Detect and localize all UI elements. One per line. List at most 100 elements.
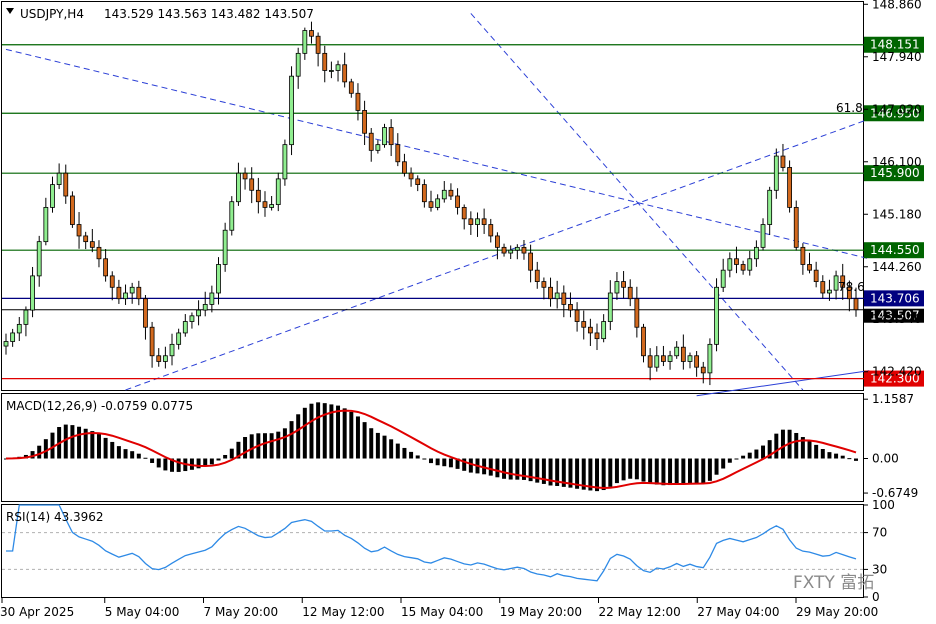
candle-body (302, 30, 308, 54)
candle (700, 361, 706, 384)
candle (156, 348, 162, 367)
candle (468, 211, 474, 235)
watermark-logo: FXTY 富拓 (793, 573, 874, 593)
candle (574, 302, 580, 332)
candle (621, 271, 626, 299)
macd-bar (130, 451, 135, 459)
macd-bar (674, 458, 679, 484)
macd-bar (468, 458, 473, 473)
candle-body (56, 172, 62, 185)
candle (568, 292, 573, 318)
candle (813, 261, 819, 288)
candle-body (176, 332, 182, 345)
macd-bar (714, 458, 719, 475)
price-tick-label: 147.020 (872, 102, 922, 116)
candle-body (820, 281, 826, 294)
trend-line (696, 370, 870, 397)
candle-body (408, 172, 414, 180)
macd-bar (163, 458, 168, 471)
candle (50, 176, 55, 213)
candle (508, 245, 514, 260)
macd-bar (721, 458, 726, 469)
candle-body (481, 218, 487, 225)
candle-body (388, 127, 394, 146)
macd-bar (77, 426, 82, 459)
macd-bar (807, 440, 812, 459)
candle-body (627, 286, 633, 300)
rsi-plot (2, 504, 864, 582)
candle-body (734, 258, 739, 265)
ohlc-readout: 143.529 143.563 143.482 143.507 (104, 7, 314, 21)
candle (3, 333, 9, 355)
candle (395, 133, 401, 167)
candle (402, 153, 407, 177)
candle-body (647, 355, 653, 368)
candle-body (601, 321, 607, 340)
price-tick-label: 142.420 (872, 365, 922, 379)
candle-body (614, 281, 620, 294)
candle-body (89, 241, 95, 248)
macd-bar (269, 433, 274, 459)
candle (408, 167, 414, 187)
macd-bar (741, 455, 746, 459)
candle (820, 275, 826, 299)
price-tick-label: 147.940 (872, 50, 922, 64)
candle (36, 235, 42, 287)
macd-bar (302, 407, 307, 459)
macd-bar (641, 458, 646, 482)
candle-body (827, 289, 832, 294)
macd-bar (369, 428, 374, 459)
macd-bar (488, 458, 493, 476)
macd-bar (734, 458, 739, 460)
candle (501, 243, 507, 257)
macd-bar (156, 458, 161, 468)
candle-body (780, 155, 786, 168)
candle (760, 218, 766, 251)
candle (455, 188, 460, 215)
candle (481, 208, 487, 234)
macd-bar (362, 422, 367, 459)
macd-bar (727, 458, 732, 463)
candle (475, 212, 480, 237)
candle-body (813, 269, 819, 282)
price-tick-label: 144.260 (872, 260, 922, 274)
candle-body (129, 286, 135, 294)
macd-bar (840, 455, 845, 459)
candle (382, 123, 387, 148)
candle (773, 148, 779, 199)
candle (56, 163, 62, 190)
candle (136, 280, 142, 306)
candle-body (773, 155, 779, 191)
candle-body (249, 178, 255, 191)
triangle-down-icon[interactable] (6, 8, 14, 14)
candle-body (561, 292, 567, 305)
candle-body (402, 161, 407, 174)
macd-bar (614, 458, 619, 484)
candle (96, 240, 102, 268)
candle (109, 271, 115, 301)
candle-body (375, 144, 381, 151)
candle (753, 240, 759, 267)
candle-body (262, 201, 268, 208)
candle-body (209, 292, 215, 305)
macd-bar (681, 458, 686, 484)
candle (355, 83, 361, 121)
candle-body (43, 207, 49, 243)
macd-bar (701, 458, 706, 484)
candle-body (468, 218, 474, 225)
rsi-tick-label: 70 (872, 526, 887, 540)
candle (143, 295, 148, 340)
candle-body (10, 332, 16, 342)
candle (641, 323, 646, 363)
macd-tick-label: 0.00 (872, 452, 899, 466)
candle-body (548, 286, 553, 300)
macd-title: MACD(12,26,9) -0.0759 0.0775 (6, 399, 193, 413)
candle-body (295, 52, 301, 77)
candle-body (70, 195, 75, 225)
candle (30, 266, 35, 318)
candle-body (435, 198, 441, 208)
macd-bar (382, 435, 387, 459)
macd-bar (143, 457, 148, 459)
candle-body (554, 292, 560, 300)
candle-body (521, 246, 527, 254)
